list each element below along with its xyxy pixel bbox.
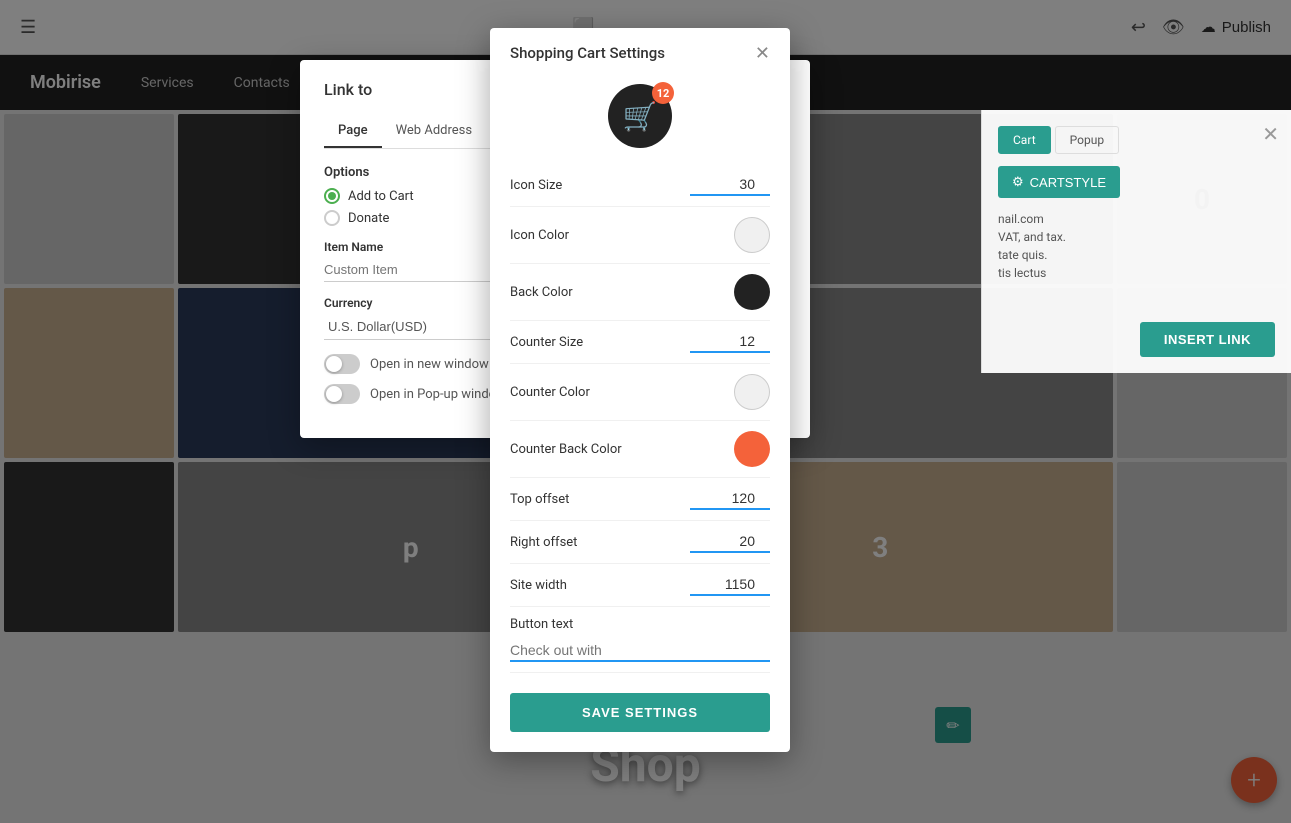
right-offset-row: Right offset [510, 521, 770, 564]
cart-dialog-close-button[interactable]: ✕ [755, 44, 770, 62]
right-panel-tabs: Cart Popup [998, 126, 1275, 154]
open-popup-label: Open in Pop-up window [370, 387, 506, 402]
cart-dialog-title: Shopping Cart Settings [510, 44, 665, 62]
top-offset-input[interactable] [690, 488, 770, 510]
top-offset-row: Top offset [510, 478, 770, 521]
counter-color-row: Counter Color [510, 364, 770, 421]
cart-style-label: CARTSTYLE [1030, 175, 1106, 190]
panel-text2: tis lectus [998, 264, 1275, 282]
counter-size-input[interactable] [690, 331, 770, 353]
right-panel: ✕ Cart Popup ⚙ CARTSTYLE nail.com VAT, a… [981, 110, 1291, 373]
right-offset-label: Right offset [510, 535, 577, 550]
panel-email: nail.com [998, 210, 1275, 228]
tab-cart[interactable]: Cart [998, 126, 1051, 154]
counter-back-color-label: Counter Back Color [510, 442, 622, 457]
counter-size-label: Counter Size [510, 335, 583, 350]
save-settings-button[interactable]: SAVE SETTINGS [510, 693, 770, 732]
link-tab-page-label: Page [338, 123, 368, 138]
cart-dialog-header: Shopping Cart Settings ✕ [490, 28, 790, 74]
insert-link-label: INSERT LINK [1164, 332, 1251, 347]
button-text-input[interactable] [510, 640, 770, 662]
toggle-knob-new-window [326, 356, 342, 372]
link-tab-web-label: Web Address [396, 123, 473, 138]
counter-back-color-row: Counter Back Color [510, 421, 770, 478]
cart-icon: 🛒 [623, 100, 658, 133]
icon-color-swatch[interactable] [734, 217, 770, 253]
icon-size-input[interactable] [690, 174, 770, 196]
radio-add-to-cart-label: Add to Cart [348, 189, 414, 204]
site-width-row: Site width [510, 564, 770, 607]
site-width-input[interactable] [690, 574, 770, 596]
tab-popup[interactable]: Popup [1055, 126, 1119, 154]
icon-color-row: Icon Color [510, 207, 770, 264]
toggle-knob-popup [326, 386, 342, 402]
back-color-row: Back Color [510, 264, 770, 321]
back-color-label: Back Color [510, 285, 573, 300]
open-new-window-toggle[interactable] [324, 354, 360, 374]
save-settings-label: SAVE SETTINGS [582, 705, 698, 720]
site-width-label: Site width [510, 578, 567, 593]
back-color-swatch[interactable] [734, 274, 770, 310]
gear-icon: ⚙ [1012, 174, 1024, 190]
radio-donate-circle [324, 210, 340, 226]
close-panel-button[interactable]: ✕ [1262, 122, 1279, 147]
tab-cart-label: Cart [1013, 133, 1036, 147]
link-tab-page[interactable]: Page [324, 115, 382, 148]
cart-badge-count: 12 [657, 87, 670, 100]
tab-popup-label: Popup [1070, 133, 1104, 147]
panel-vat: VAT, and tax. [998, 228, 1275, 246]
cart-badge: 12 [652, 82, 674, 104]
counter-color-label: Counter Color [510, 385, 590, 400]
cart-settings-dialog: Shopping Cart Settings ✕ 🛒 12 Icon Size … [490, 28, 790, 752]
cart-style-button[interactable]: ⚙ CARTSTYLE [998, 166, 1120, 198]
counter-color-swatch[interactable] [734, 374, 770, 410]
top-offset-label: Top offset [510, 492, 569, 507]
open-popup-toggle[interactable] [324, 384, 360, 404]
link-tab-web[interactable]: Web Address [382, 115, 487, 148]
icon-size-label: Icon Size [510, 178, 562, 193]
panel-text1: tate quis. [998, 246, 1275, 264]
icon-color-label: Icon Color [510, 228, 569, 243]
button-text-row: Button text [510, 607, 770, 673]
right-offset-input[interactable] [690, 531, 770, 553]
counter-size-row: Counter Size [510, 321, 770, 364]
cart-icon-circle: 🛒 12 [608, 84, 672, 148]
cart-settings-body: Icon Size Icon Color Back Color Counter … [490, 164, 790, 752]
icon-size-row: Icon Size [510, 164, 770, 207]
radio-add-to-cart-dot [328, 192, 336, 200]
cart-icon-area: 🛒 12 [490, 74, 790, 164]
counter-back-color-swatch[interactable] [734, 431, 770, 467]
radio-add-to-cart-circle [324, 188, 340, 204]
open-new-window-label: Open in new window [370, 357, 489, 372]
insert-link-button[interactable]: INSERT LINK [1140, 322, 1275, 357]
radio-donate-label: Donate [348, 211, 389, 226]
button-text-label: Button text [510, 617, 573, 632]
